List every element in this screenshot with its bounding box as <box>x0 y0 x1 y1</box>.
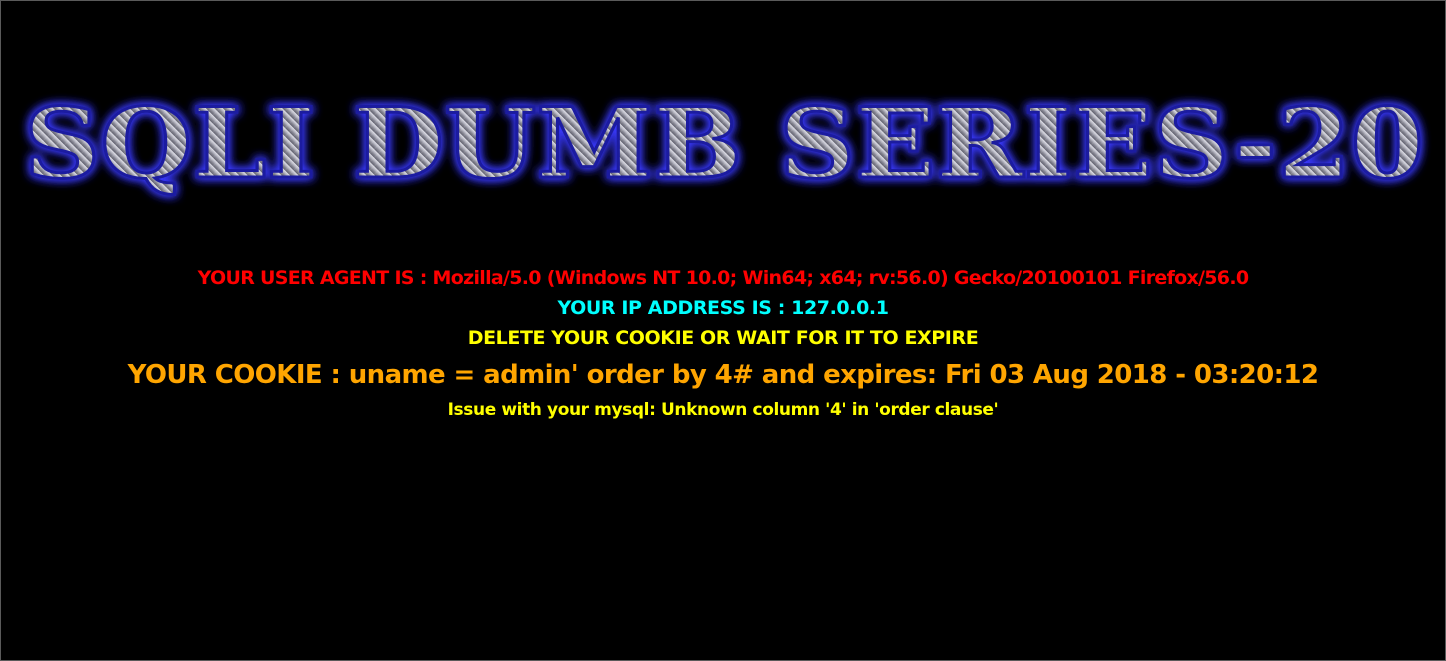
mysql-error-line: Issue with your mysql: Unknown column '4… <box>447 400 999 420</box>
delete-cookie-notice: DELETE YOUR COOKIE OR WAIT FOR IT TO EXP… <box>467 327 979 349</box>
page: SQLI DUMB SERIES-20 YOUR USER AGENT IS :… <box>0 0 1446 661</box>
ip-address-line: YOUR IP ADDRESS IS : 127.0.0.1 <box>557 297 889 319</box>
title-banner-text: SQLI DUMB SERIES-20 <box>24 87 1424 200</box>
title-banner-image: SQLI DUMB SERIES-20 <box>9 81 1439 211</box>
title-banner-svg: SQLI DUMB SERIES-20 <box>23 86 1426 202</box>
user-agent-line: YOUR USER AGENT IS : Mozilla/5.0 (Window… <box>197 267 1249 289</box>
cookie-line: YOUR COOKIE : uname = admin' order by 4#… <box>127 360 1319 390</box>
info-block: YOUR USER AGENT IS : Mozilla/5.0 (Window… <box>1 263 1445 423</box>
